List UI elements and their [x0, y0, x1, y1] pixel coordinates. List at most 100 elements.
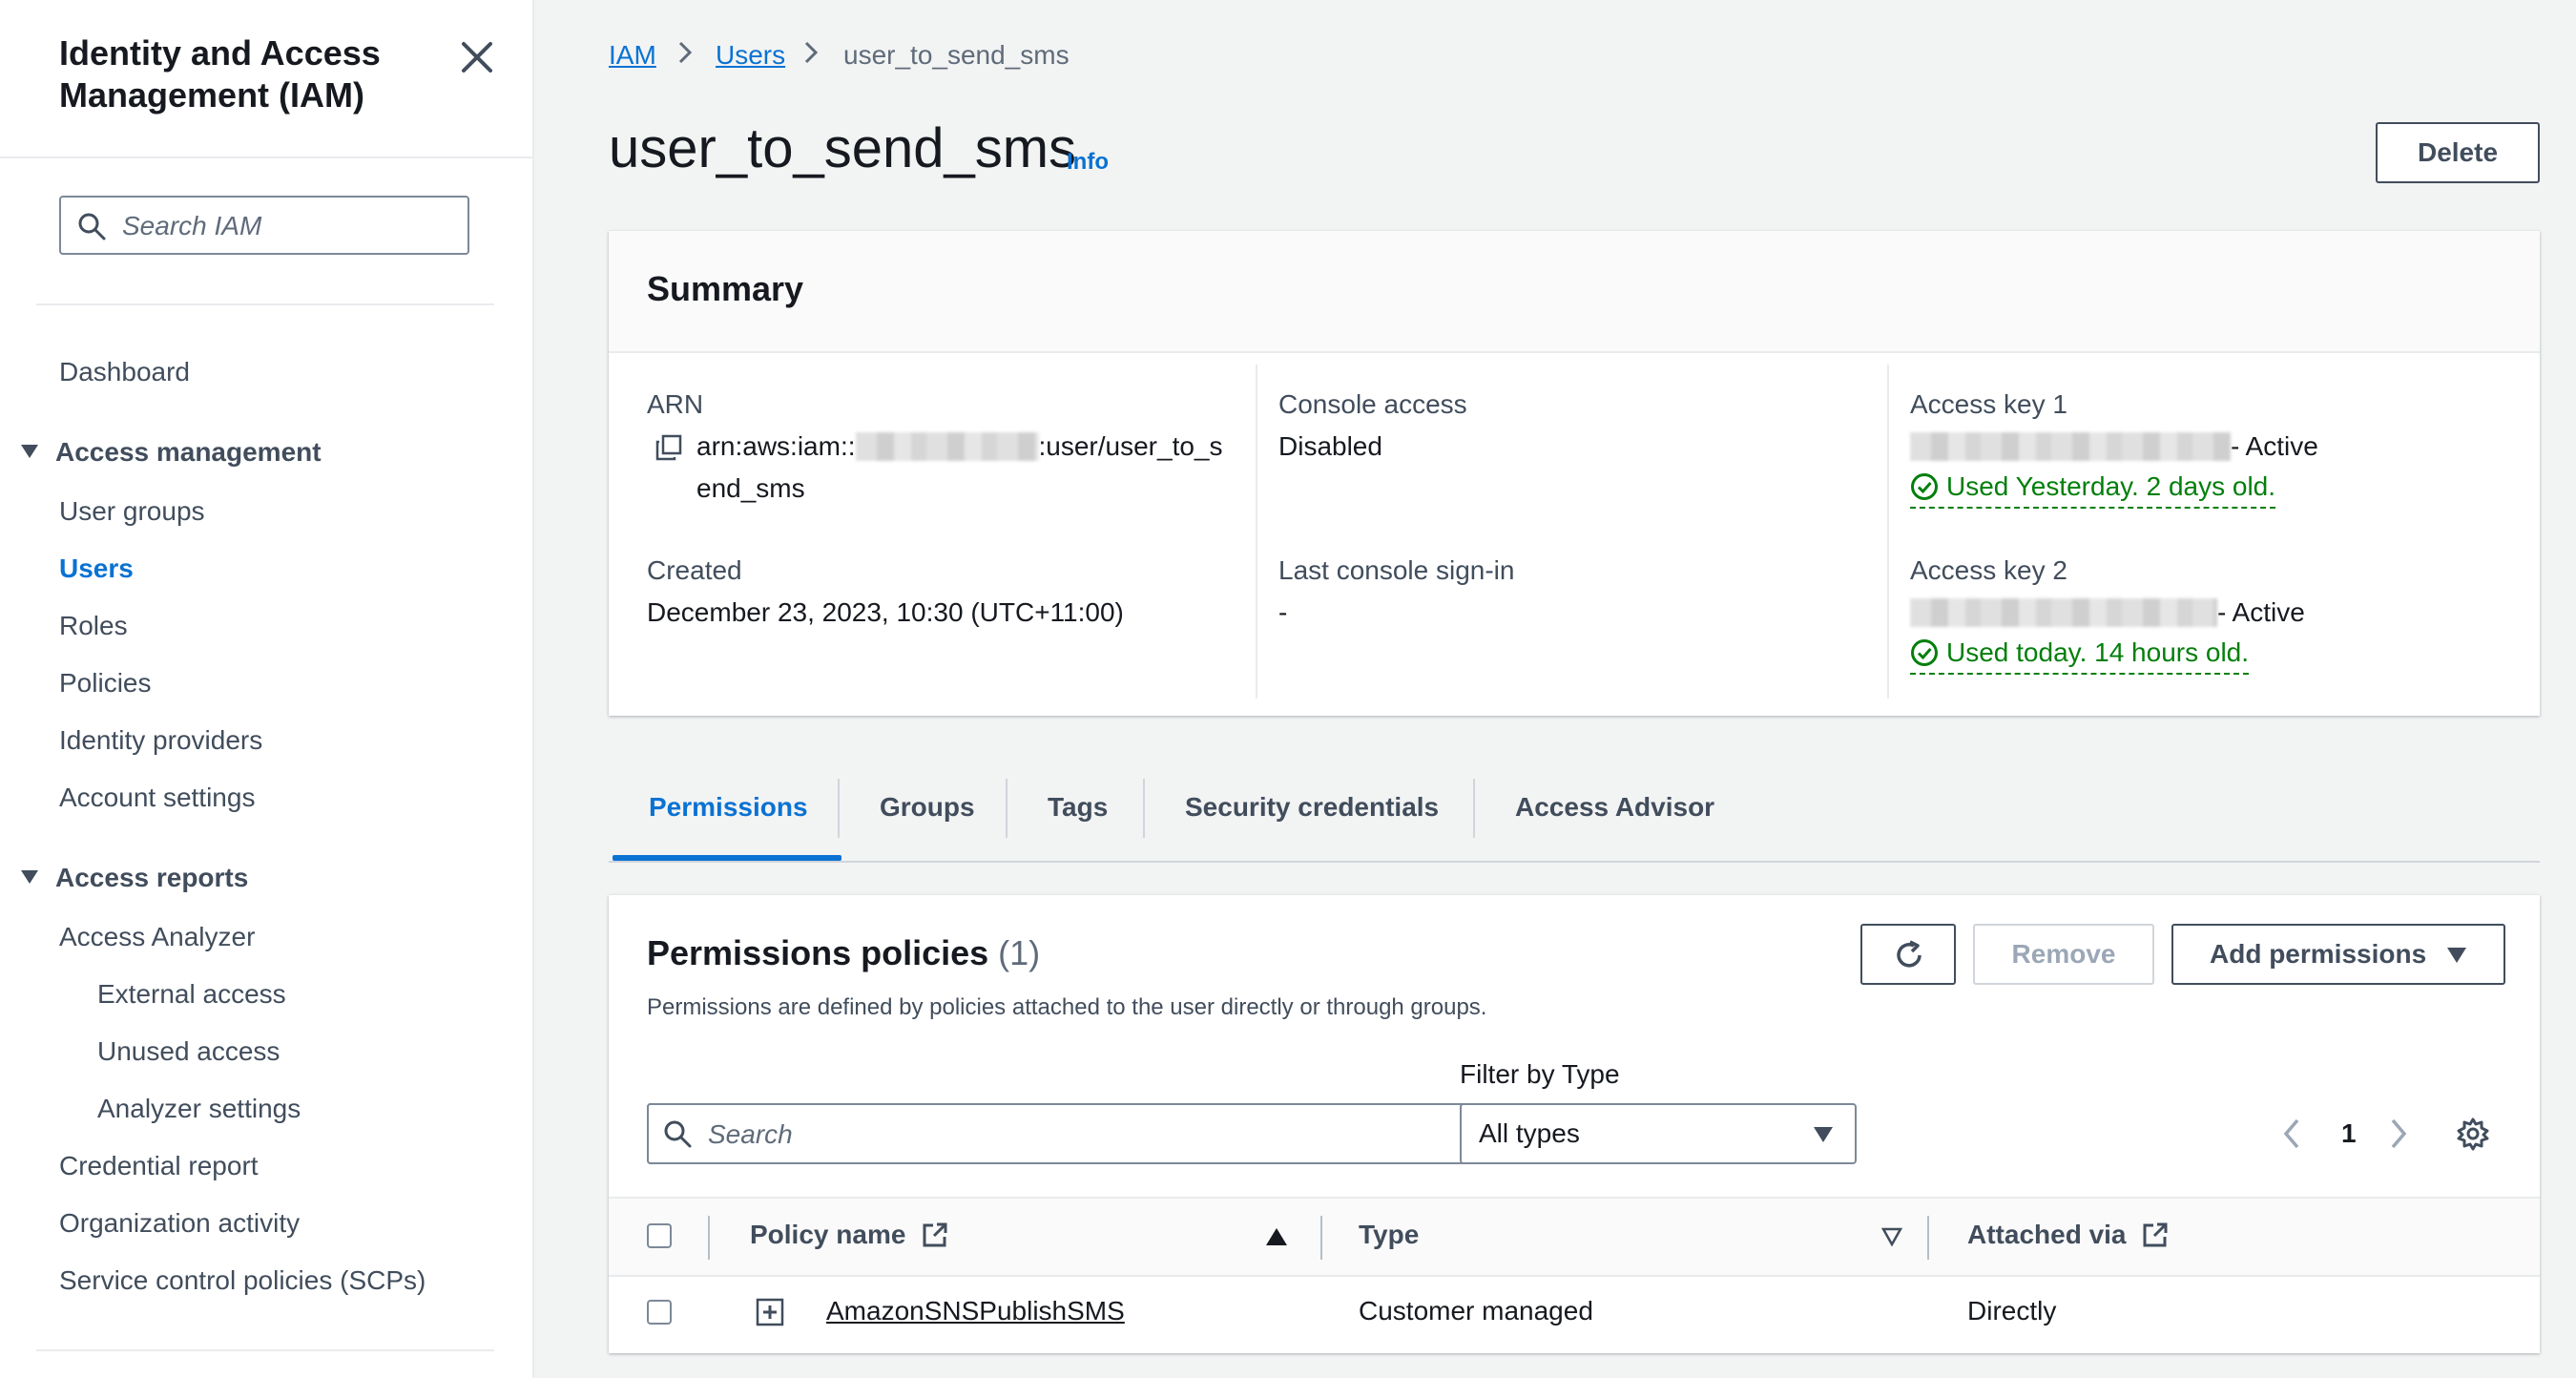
- sidebar-item-account-settings[interactable]: Account settings: [59, 783, 255, 813]
- caret-down-icon: [21, 444, 38, 459]
- access-key2-label: Access key 2: [1910, 555, 2067, 585]
- divider: [1927, 1216, 1929, 1260]
- column-header-policy-name[interactable]: Policy name: [750, 1220, 949, 1251]
- row-checkbox[interactable]: [647, 1300, 672, 1325]
- tab-tags[interactable]: Tags: [1048, 792, 1108, 823]
- divider: [1887, 365, 1889, 699]
- sidebar-item-policies[interactable]: Policies: [59, 668, 151, 699]
- divider: [609, 861, 2540, 863]
- external-link-icon: [2143, 1222, 2168, 1247]
- search-icon: [664, 1120, 692, 1148]
- column-label: Policy name: [750, 1220, 906, 1249]
- next-page-icon[interactable]: [2387, 1117, 2410, 1151]
- arn-value-continued: end_sms: [696, 473, 805, 503]
- arn-prefix: arn:aws:iam::: [696, 431, 856, 461]
- sidebar-item-unused-access[interactable]: Unused access: [97, 1036, 280, 1067]
- sidebar-item-organization-activity[interactable]: Organization activity: [59, 1208, 300, 1239]
- access-key2-last-used[interactable]: Used today. 14 hours old.: [1910, 637, 2250, 675]
- delete-button[interactable]: Delete: [2376, 122, 2540, 183]
- sidebar-search-field[interactable]: [59, 196, 469, 255]
- sidebar-item-users[interactable]: Users: [59, 553, 134, 584]
- sidebar-search-input[interactable]: [120, 198, 458, 255]
- breadcrumb-users[interactable]: Users: [716, 40, 785, 71]
- section-label: Access reports: [55, 863, 249, 892]
- arn-suffix: :user/user_to_s: [1038, 431, 1223, 461]
- console-access-label: Console access: [1278, 389, 1467, 419]
- section-label: Access management: [55, 437, 322, 467]
- external-link-icon: [923, 1222, 947, 1247]
- sidebar-section-access-reports[interactable]: Access reports: [21, 863, 248, 893]
- sidebar-item-access-analyzer[interactable]: Access Analyzer: [59, 922, 255, 952]
- permissions-title-text: Permissions policies: [647, 933, 989, 972]
- arn-value: arn:aws:iam:::user/user_to_s: [696, 431, 1223, 463]
- divider: [1320, 1216, 1322, 1260]
- tab-access-advisor[interactable]: Access Advisor: [1515, 792, 1714, 823]
- sidebar-item-analyzer-settings[interactable]: Analyzer settings: [97, 1094, 301, 1124]
- info-link[interactable]: Info: [1067, 149, 1109, 176]
- settings-gear-icon[interactable]: [2456, 1117, 2490, 1151]
- sidebar-item-scps[interactable]: Service control policies (SCPs): [59, 1265, 426, 1296]
- page-number[interactable]: 1: [2341, 1118, 2357, 1149]
- active-tab-indicator: [613, 855, 841, 861]
- search-icon: [78, 213, 106, 240]
- divider: [708, 1216, 710, 1260]
- divider: [36, 1349, 494, 1351]
- chevron-right-icon: [678, 41, 693, 64]
- policy-search-input[interactable]: [706, 1105, 1530, 1164]
- close-icon[interactable]: [456, 36, 498, 78]
- policies-table-header: Policy name Type Attached via: [609, 1197, 2540, 1277]
- sidebar-navigation: Identity and Access Management (IAM) Das…: [0, 0, 534, 1378]
- column-header-attached-via[interactable]: Attached via: [1967, 1220, 2170, 1251]
- sidebar-item-dashboard[interactable]: Dashboard: [59, 357, 190, 387]
- table-row: AmazonSNSPublishSMS Customer managed Dir…: [609, 1275, 2540, 1353]
- check-circle-icon: [1910, 472, 1939, 501]
- expand-icon[interactable]: [756, 1298, 784, 1326]
- previous-page-icon[interactable]: [2280, 1117, 2303, 1151]
- caret-down-icon: [21, 869, 38, 885]
- access-key2-status: - Active: [2217, 597, 2305, 627]
- access-key1-value: - Active: [1910, 431, 2318, 463]
- tab-permissions[interactable]: Permissions: [649, 792, 808, 823]
- sidebar-item-roles[interactable]: Roles: [59, 611, 128, 641]
- access-key2-used-text: Used today. 14 hours old.: [1946, 637, 2250, 667]
- permissions-description: Permissions are defined by policies atta…: [647, 994, 1487, 1020]
- arn-label: ARN: [647, 389, 704, 419]
- created-label: Created: [647, 555, 742, 585]
- summary-header: Summary: [609, 231, 2540, 353]
- refresh-button[interactable]: [1860, 924, 1956, 985]
- tab-groups[interactable]: Groups: [880, 792, 975, 823]
- divider: [1473, 779, 1475, 838]
- sidebar-item-external-access[interactable]: External access: [97, 979, 286, 1010]
- copy-icon[interactable]: [654, 433, 683, 462]
- sidebar-item-credential-report[interactable]: Credential report: [59, 1151, 259, 1181]
- divider: [0, 157, 532, 158]
- redacted-access-key: [1910, 431, 2231, 461]
- access-key2-value: - Active: [1910, 597, 2305, 629]
- tab-security-credentials[interactable]: Security credentials: [1185, 792, 1439, 823]
- sidebar-item-identity-providers[interactable]: Identity providers: [59, 725, 262, 756]
- sidebar-section-access-management[interactable]: Access management: [21, 437, 322, 468]
- page-title: user_to_send_sms: [609, 117, 1077, 179]
- remove-button[interactable]: Remove: [1973, 924, 2154, 985]
- column-header-type[interactable]: Type: [1359, 1220, 1419, 1250]
- summary-panel: Summary ARN arn:aws:iam:::user/user_to_s…: [609, 231, 2540, 716]
- divider: [1143, 779, 1145, 838]
- policy-type: Customer managed: [1359, 1296, 1593, 1326]
- sort-icon[interactable]: [1881, 1227, 1902, 1246]
- column-label: Attached via: [1967, 1220, 2127, 1249]
- console-access-value: Disabled: [1278, 431, 1382, 461]
- chevron-right-icon: [804, 41, 819, 64]
- access-key1-status: - Active: [2231, 431, 2318, 461]
- policy-name-link[interactable]: AmazonSNSPublishSMS: [826, 1296, 1125, 1326]
- select-all-checkbox[interactable]: [647, 1223, 672, 1248]
- sidebar-item-user-groups[interactable]: User groups: [59, 496, 205, 527]
- breadcrumb-iam[interactable]: IAM: [609, 40, 656, 71]
- access-key1-last-used[interactable]: Used Yesterday. 2 days old.: [1910, 471, 2276, 509]
- add-permissions-button[interactable]: Add permissions: [2171, 924, 2505, 985]
- add-permissions-label: Add permissions: [2210, 939, 2427, 969]
- filter-type-select[interactable]: All types: [1460, 1103, 1857, 1164]
- refresh-icon: [1897, 940, 1922, 968]
- policy-search-field[interactable]: [647, 1103, 1548, 1164]
- permissions-policies-panel: Permissions policies (1) Permissions are…: [609, 895, 2540, 1353]
- sort-ascending-icon[interactable]: [1265, 1227, 1288, 1246]
